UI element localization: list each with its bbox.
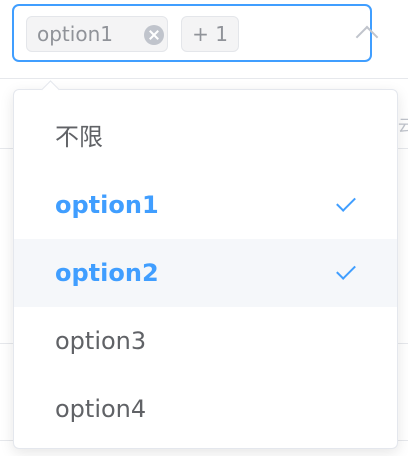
background-divider [398, 440, 408, 441]
background-divider [0, 78, 408, 79]
close-icon[interactable] [144, 25, 164, 45]
option-option2[interactable]: option2 [14, 239, 397, 307]
checkmark-icon [336, 260, 356, 280]
option-label: option1 [55, 191, 159, 219]
option-label: option3 [55, 327, 147, 355]
background-divider [0, 148, 14, 149]
background-divider [398, 148, 408, 149]
background-divider [0, 440, 14, 441]
dropdown-caret [41, 80, 60, 99]
multi-select-input[interactable]: option1 + 1 [12, 4, 379, 62]
option-option3[interactable]: option3 [14, 307, 397, 375]
selected-tag-label: option1 [37, 22, 113, 46]
option-label: 不限 [55, 123, 103, 151]
option-option1[interactable]: option1 [14, 171, 397, 239]
background-divider [0, 343, 14, 344]
select-dropdown: 不限 option1 option2 option3 option4 [13, 80, 398, 449]
option-unlimited[interactable]: 不限 [14, 103, 397, 171]
collapsed-tags-count: + 1 [181, 16, 239, 52]
option-option4[interactable]: option4 [14, 375, 397, 443]
checkmark-icon [336, 192, 356, 212]
background-edge-text: 云 [398, 116, 408, 135]
background-divider [398, 343, 408, 344]
selected-tag-option1: option1 [26, 16, 168, 52]
chevron-up-icon[interactable] [355, 25, 379, 49]
option-label: option4 [55, 395, 147, 423]
option-label: option2 [55, 259, 159, 287]
